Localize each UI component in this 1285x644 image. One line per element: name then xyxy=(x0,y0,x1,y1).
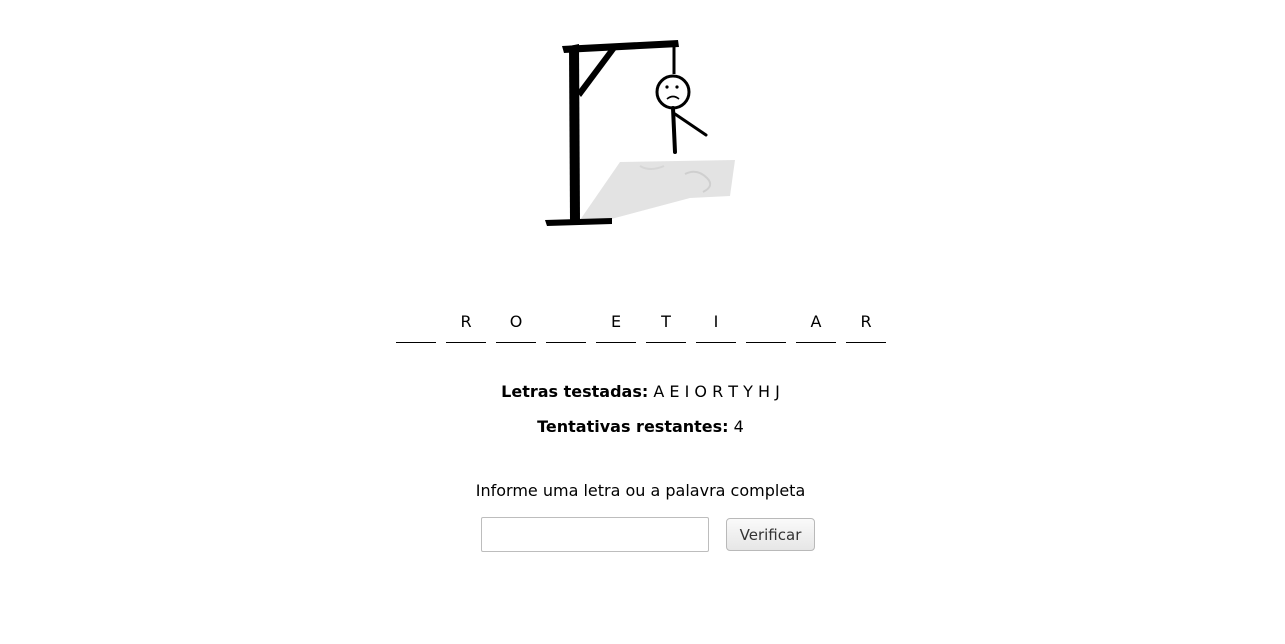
remaining-attempts-value: 4 xyxy=(733,417,744,436)
word-slots: R O E T I A R xyxy=(396,310,886,343)
guess-input[interactable] xyxy=(481,517,709,552)
hangman-page: R O E T I A R Letras testadas: A E I O R… xyxy=(0,0,1285,644)
guessed-letters-label: Letras testadas: xyxy=(501,382,649,401)
remaining-attempts-line: Tentativas restantes: 4 xyxy=(0,417,1281,436)
letter-slot: T xyxy=(646,310,686,343)
letter-slot: I xyxy=(696,310,736,343)
remaining-attempts-label: Tentativas restantes: xyxy=(537,417,729,436)
hangman-gallows-icon xyxy=(545,40,735,226)
guessed-letters-line: Letras testadas: A E I O R T Y H J xyxy=(0,382,1281,401)
verify-button[interactable]: Verificar xyxy=(726,518,815,551)
letter-slot xyxy=(396,310,436,343)
guess-prompt: Informe uma letra ou a palavra completa xyxy=(475,481,806,500)
letter-slot xyxy=(746,310,786,343)
letter-slot: O xyxy=(496,310,536,343)
letter-slot: R xyxy=(446,310,486,343)
letter-slot: A xyxy=(796,310,836,343)
letter-slot: E xyxy=(596,310,636,343)
letter-slot: R xyxy=(846,310,886,343)
letter-slot xyxy=(546,310,586,343)
guessed-letters-value: A E I O R T Y H J xyxy=(653,382,780,401)
